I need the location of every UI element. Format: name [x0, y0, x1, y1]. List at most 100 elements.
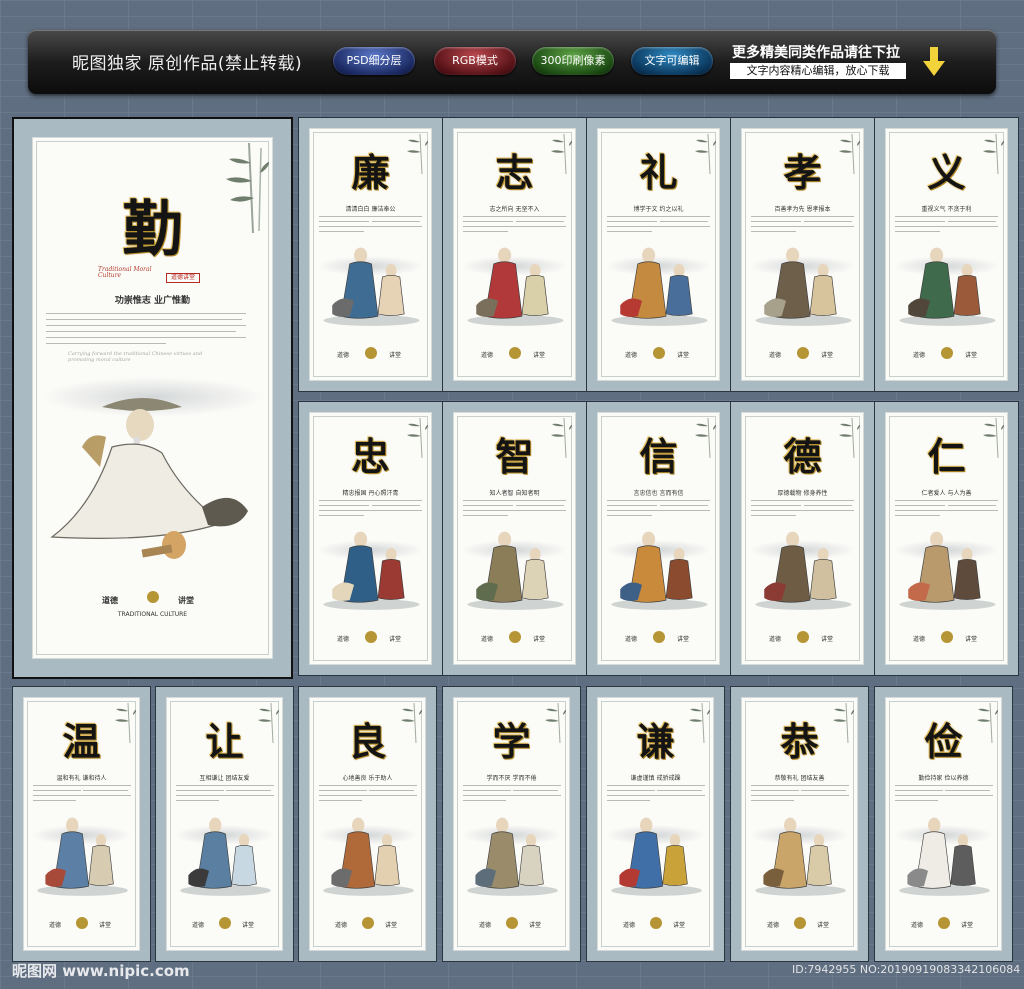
poster-slogan: 厚德载物 修身养性 [777, 490, 828, 497]
poster-footer-left: 道德 [481, 636, 494, 643]
poster-footer-right: 讲堂 [961, 922, 974, 929]
poster-title-char: 恭 [780, 719, 819, 764]
poster-title-char: 俭 [924, 719, 963, 764]
poster-slogan: 心地善良 乐于助人 [342, 775, 393, 782]
poster-bottom-seal [505, 917, 518, 929]
feature-english-title: Traditional Moral Culture [98, 266, 152, 279]
poster-footer-right: 讲堂 [677, 636, 690, 643]
poster-footer-left: 道德 [479, 922, 492, 929]
poster-slogan: 互相谦让 团结友爱 [199, 775, 250, 782]
poster-title-char: 礼 [639, 150, 678, 195]
poster-slogan: 百善孝为先 恩孝报本 [774, 206, 831, 213]
feature-footer-left: 道德 [102, 596, 118, 605]
badge-psd-layers[interactable]: PSD细分层 [333, 47, 415, 75]
poster-slogan: 谦虚谨慎 戒骄戒躁 [630, 775, 681, 782]
figure-illustration [323, 531, 420, 610]
poster-card[interactable]: 孝 百善孝为先 恩孝报本 道德 讲堂 [730, 117, 875, 392]
poster-bottom-seal [75, 917, 88, 929]
poster-bottom-seal [364, 631, 377, 643]
poster-footer-right: 讲堂 [99, 922, 112, 929]
poster-footer-right: 讲堂 [242, 922, 255, 929]
feature-footer-right: 讲堂 [178, 596, 194, 605]
poster-bottom-seal [793, 917, 806, 929]
poster-footer-left: 道德 [337, 636, 350, 643]
image-id-watermark: ID:7942955 NO:20190919083342106084 [792, 963, 1021, 976]
poster-title-char: 让 [205, 719, 244, 764]
poster-card[interactable]: 学 学而不厌 学而不倦 道德 讲堂 [442, 686, 581, 962]
poster-bottom-seal [940, 347, 953, 359]
poster-footer-right: 讲堂 [965, 636, 978, 643]
poster-footer-right: 讲堂 [389, 352, 402, 359]
figure-illustration [755, 817, 846, 896]
poster-slogan: 知人者智 自知者明 [489, 490, 540, 497]
poster-bottom-seal [218, 917, 231, 929]
poster-bottom-seal [940, 631, 953, 643]
figure-illustration [611, 817, 702, 896]
poster-card[interactable]: 让 互相谦让 团结友爱 道德 讲堂 [155, 686, 294, 962]
poster-card[interactable]: 忠 精忠报国 丹心照汗青 道德 讲堂 [298, 401, 443, 676]
more-works-text[interactable]: 更多精美同类作品请往下拉 [732, 42, 900, 62]
poster-footer-right: 讲堂 [389, 636, 402, 643]
poster-card[interactable]: 廉 清清白白 廉洁奉公 道德 讲堂 [298, 117, 443, 392]
figure-illustration [755, 247, 852, 326]
figure-illustration [323, 247, 420, 326]
down-arrow-icon[interactable] [923, 47, 945, 77]
badge-editable-text[interactable]: 文字可编辑 [631, 47, 713, 75]
feature-poster[interactable]: 勤 Traditional Moral Culture 道德讲堂 功崇惟志 业广… [12, 117, 293, 679]
poster-card[interactable]: 礼 博学于文 约之以礼 道德 讲堂 [586, 117, 731, 392]
figure-illustration [467, 531, 564, 610]
feature-tag-english: Carrying forward the traditional Chinese… [68, 351, 203, 363]
poster-card[interactable]: 温 温和有礼 谦和待人 道德 讲堂 [12, 686, 151, 962]
badge-300-dpi[interactable]: 300印刷像素 [532, 47, 614, 75]
poster-footer-left: 道德 [192, 922, 205, 929]
poster-card[interactable]: 义 重视义气 不贪于利 道德 讲堂 [874, 117, 1019, 392]
seated-scholar-illustration [50, 398, 248, 559]
poster-slogan: 勤俭持家 俭以养德 [918, 775, 969, 782]
poster-card[interactable]: 仁 仁者爱人 与人为善 道德 讲堂 [874, 401, 1019, 676]
figure-illustration [37, 817, 128, 896]
poster-bottom-seal [508, 347, 521, 359]
poster-card[interactable]: 良 心地善良 乐于助人 道德 讲堂 [298, 686, 437, 962]
badge-rgb-mode[interactable]: RGB模式 [434, 47, 516, 75]
figure-illustration [899, 531, 996, 610]
poster-footer-left: 道德 [481, 352, 494, 359]
poster-card[interactable]: 志 志之所向 无坚不入 道德 讲堂 [442, 117, 587, 392]
poster-footer-left: 道德 [49, 922, 62, 929]
poster-footer-right: 讲堂 [817, 922, 830, 929]
poster-footer-right: 讲堂 [965, 352, 978, 359]
poster-title-char: 谦 [636, 719, 675, 764]
poster-title-char: 义 [927, 150, 966, 195]
poster-slogan: 重视义气 不贪于利 [921, 206, 972, 213]
poster-footer-right: 讲堂 [673, 922, 686, 929]
poster-footer-right: 讲堂 [533, 352, 546, 359]
poster-slogan: 仁者爱人 与人为善 [921, 490, 972, 497]
poster-title-char: 信 [639, 434, 678, 479]
feature-seal: 道德讲堂 [166, 273, 200, 283]
poster-title-char: 志 [495, 150, 534, 195]
figure-illustration [611, 247, 708, 326]
poster-footer-left: 道德 [769, 352, 782, 359]
feature-slogan: 功崇惟志 业广惟勤 [114, 296, 191, 306]
poster-card[interactable]: 谦 谦虚谨慎 戒骄戒躁 道德 讲堂 [586, 686, 725, 962]
poster-card[interactable]: 德 厚德载物 修身养性 道德 讲堂 [730, 401, 875, 676]
poster-footer-left: 道德 [337, 352, 350, 359]
poster-footer-left: 道德 [625, 352, 638, 359]
poster-card[interactable]: 信 言忠信也 言而有信 道德 讲堂 [586, 401, 731, 676]
poster-card[interactable]: 智 知人者智 自知者明 道德 讲堂 [442, 401, 587, 676]
poster-footer-right: 讲堂 [533, 636, 546, 643]
poster-card[interactable]: 恭 恭敬有礼 团结友善 道德 讲堂 [730, 686, 869, 962]
poster-bottom-seal [364, 347, 377, 359]
poster-card[interactable]: 俭 勤俭持家 俭以养德 道德 讲堂 [874, 686, 1013, 962]
poster-bottom-seal [649, 917, 662, 929]
top-banner: 昵图独家 原创作品(禁止转载) PSD细分层 RGB模式 300印刷像素 文字可… [28, 30, 996, 94]
figure-illustration [180, 817, 271, 896]
poster-footer-left: 道德 [913, 352, 926, 359]
poster-title-char: 廉 [351, 150, 390, 195]
poster-title-char: 仁 [927, 434, 966, 479]
poster-bottom-seal [652, 347, 665, 359]
poster-footer-right: 讲堂 [821, 352, 834, 359]
poster-slogan: 恭敬有礼 团结友善 [774, 775, 825, 782]
poster-bottom-seal [796, 347, 809, 359]
nipic-watermark: 昵图网 www.nipic.com [12, 962, 190, 980]
poster-footer-left: 道德 [623, 922, 636, 929]
